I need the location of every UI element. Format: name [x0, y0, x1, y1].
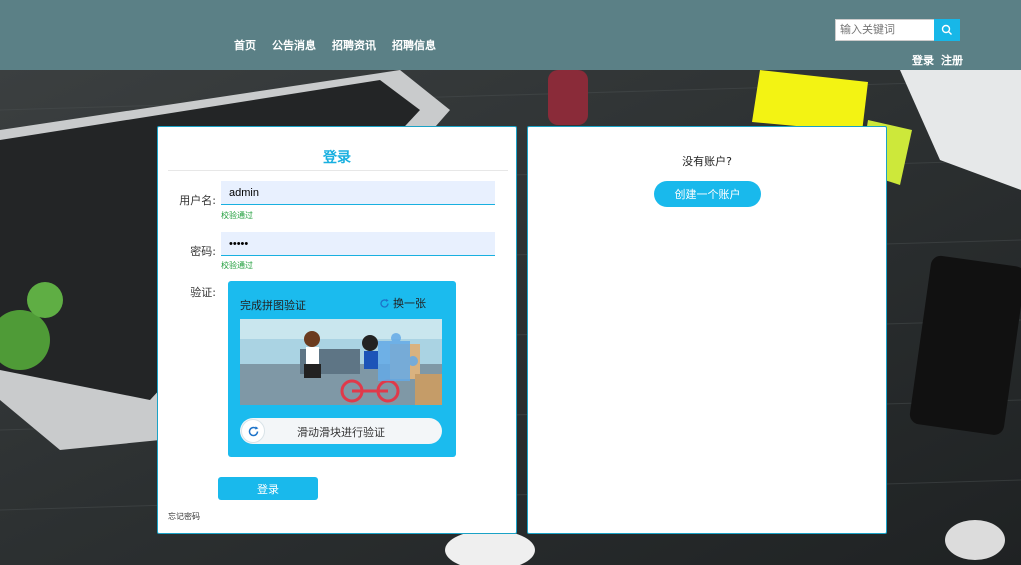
search-input[interactable]: [835, 19, 934, 41]
register-panel: 没有账户? 创建一个账户: [527, 126, 887, 534]
captcha-refresh-button[interactable]: 换一张: [379, 295, 426, 311]
header-login-link[interactable]: 登录: [912, 52, 934, 68]
search-bar: [835, 19, 960, 41]
verify-label: 验证:: [190, 286, 216, 299]
login-panel: 登录 用户名: 校验通过 密码: 校验通过 验证: 完成拼图验证 换一张: [157, 126, 517, 534]
nav-announcements-link[interactable]: 公告消息: [272, 37, 316, 53]
puzzle-captcha: 完成拼图验证 换一张 滑动滑块进行验证: [228, 281, 456, 457]
no-account-text: 没有账户?: [682, 155, 732, 168]
nav-home-link[interactable]: 首页: [234, 37, 256, 53]
auth-links: 登录 注册: [912, 52, 963, 68]
password-field[interactable]: [221, 232, 495, 256]
nav-recruitment-news-link[interactable]: 招聘资讯: [332, 37, 376, 53]
password-label: 密码:: [190, 245, 216, 258]
username-field[interactable]: [221, 181, 495, 205]
forgot-password-link[interactable]: 忘记密码: [168, 511, 200, 522]
login-title: 登录: [323, 150, 351, 166]
search-button[interactable]: [934, 19, 960, 41]
password-valid-hint: 校验通过: [221, 261, 253, 270]
title-divider: [168, 170, 508, 171]
captcha-image: [240, 319, 442, 405]
main-nav: 首页 公告消息 招聘资讯 招聘信息: [234, 37, 436, 53]
slider-instruction: 滑动滑块进行验证: [297, 426, 385, 439]
top-navigation-bar: 首页 公告消息 招聘资讯 招聘信息 登录 注册: [0, 0, 1021, 70]
captcha-slider-track[interactable]: 滑动滑块进行验证: [240, 418, 442, 444]
nav-job-info-link[interactable]: 招聘信息: [392, 37, 436, 53]
login-submit-button[interactable]: 登录: [218, 477, 318, 500]
username-valid-hint: 校验通过: [221, 211, 253, 220]
username-label: 用户名:: [179, 194, 216, 207]
create-account-button[interactable]: 创建一个账户: [654, 181, 761, 207]
refresh-icon: [380, 298, 389, 308]
header-register-link[interactable]: 注册: [941, 52, 963, 68]
search-icon: [941, 24, 952, 35]
captcha-refresh-label: 换一张: [393, 297, 426, 310]
captcha-title: 完成拼图验证: [240, 299, 306, 312]
